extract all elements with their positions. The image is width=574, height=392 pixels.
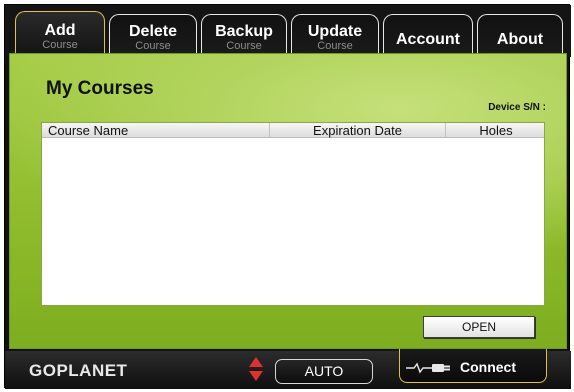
tab-add-sublabel: Course <box>42 39 78 51</box>
column-header-holes[interactable]: Holes <box>446 123 546 138</box>
tab-delete-sublabel: Course <box>135 40 171 52</box>
tab-account[interactable]: Account <box>383 14 473 58</box>
tab-bar: Add Course Delete Course Backup Course U… <box>5 5 571 58</box>
tab-about-label: About <box>496 31 544 48</box>
table-header: Course Name Expiration Date Holes <box>42 123 544 138</box>
tab-add-label: Add <box>44 22 76 39</box>
tab-about[interactable]: About <box>477 14 563 58</box>
tab-account-label: Account <box>396 31 460 48</box>
tab-delete-course[interactable]: Delete Course <box>109 14 197 58</box>
tab-update-label: Update <box>307 23 363 40</box>
arrow-down-icon[interactable] <box>249 371 263 381</box>
tab-add-course[interactable]: Add Course <box>15 11 105 58</box>
column-header-expiration-date[interactable]: Expiration Date <box>270 123 446 138</box>
goplanet-logo: GOPLANET <box>29 361 128 380</box>
arrow-up-icon[interactable] <box>249 357 263 367</box>
tab-delete-label: Delete <box>128 23 178 40</box>
page-title: My Courses <box>46 78 154 99</box>
course-table[interactable]: Course Name Expiration Date Holes <box>41 122 545 306</box>
connect-label: Connect <box>460 359 516 375</box>
open-button[interactable]: OPEN <box>423 316 535 338</box>
column-header-course-name[interactable]: Course Name <box>42 123 270 138</box>
connect-button[interactable]: Connect <box>399 349 547 383</box>
content-panel: My Courses Device S/N : Course Name Expi… <box>9 53 567 349</box>
device-sn-label: Device S/N : <box>488 102 546 113</box>
tab-backup-sublabel: Course <box>226 40 262 52</box>
usb-plug-icon <box>406 361 454 379</box>
tab-update-sublabel: Course <box>317 40 353 52</box>
up-down-arrows-icon[interactable] <box>249 357 263 383</box>
tab-backup-label: Backup <box>215 23 273 40</box>
tab-backup-course[interactable]: Backup Course <box>201 14 287 58</box>
auto-mode-button[interactable]: AUTO <box>275 359 373 384</box>
app-window: Add Course Delete Course Backup Course U… <box>4 4 571 389</box>
tab-update-course[interactable]: Update Course <box>291 14 379 58</box>
bottom-bar: GOPLANET AUTO Connect <box>5 349 571 389</box>
